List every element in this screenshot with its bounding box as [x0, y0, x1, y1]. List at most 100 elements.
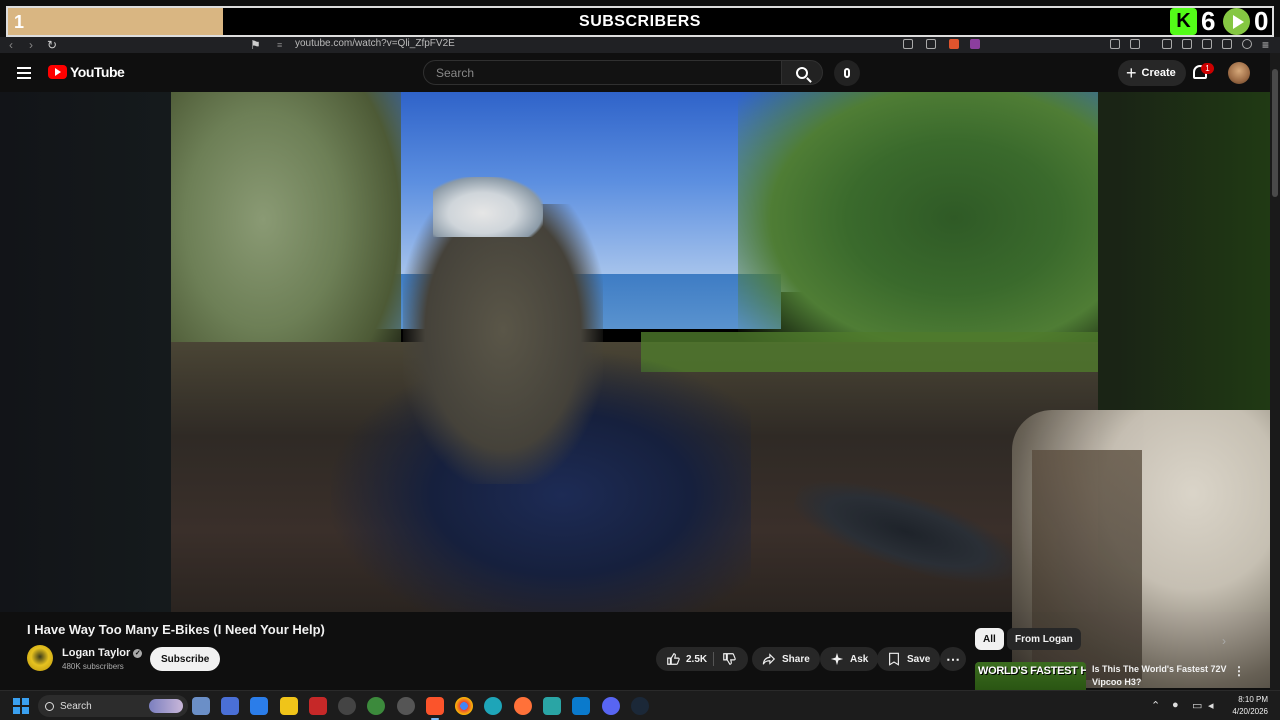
taskbar-search[interactable]: Search — [38, 695, 188, 717]
dislike-button[interactable] — [714, 647, 748, 671]
share-page-icon[interactable] — [926, 39, 936, 49]
like-count: 2.5K — [686, 653, 708, 665]
tray-overflow-icon[interactable]: ⌃ — [1151, 699, 1160, 712]
chevron-right-icon[interactable]: › — [1222, 634, 1226, 648]
more-actions-button[interactable]: ⋯ — [940, 647, 966, 671]
scrollbar-thumb[interactable] — [1272, 69, 1278, 197]
recommendation-menu-icon[interactable]: ⋮ — [1233, 664, 1245, 678]
address-bar[interactable]: youtube.com/watch?v=Qli_ZfpFV2E — [295, 38, 455, 49]
ask-button[interactable]: Ask — [820, 647, 879, 671]
goal-label: SUBSCRIBERS — [579, 13, 701, 30]
brave-browser-icon[interactable] — [426, 697, 444, 720]
extensions-icon[interactable] — [1110, 39, 1120, 49]
site-info-icon[interactable]: ≡ — [277, 37, 282, 53]
sidebar-icon[interactable] — [1182, 39, 1192, 49]
video-title: I Have Way Too Many E-Bikes (I Need Your… — [27, 622, 325, 637]
channel-name-row[interactable]: Logan Taylor ✓ — [62, 647, 143, 659]
media-icon[interactable] — [1162, 39, 1172, 49]
clock-date: 4/20/2026 — [1232, 707, 1268, 716]
channel-name[interactable]: Logan Taylor — [62, 647, 130, 659]
thumbs-down-icon — [723, 653, 736, 665]
share-button[interactable]: Share — [752, 647, 820, 671]
subscriber-count: 480K subscribers — [62, 662, 124, 671]
video-player[interactable] — [171, 92, 1098, 612]
volume-icon[interactable]: ◂ — [1208, 699, 1214, 712]
menu-icon[interactable] — [17, 67, 31, 79]
video-trees-right — [738, 92, 1098, 372]
youtube-play-icon — [48, 65, 67, 79]
create-label: Create — [1141, 67, 1176, 79]
edge-icon[interactable] — [484, 697, 502, 715]
search-input[interactable] — [424, 61, 781, 84]
taskbar-search-label: Search — [60, 700, 92, 712]
share-icon — [762, 653, 776, 665]
obs-app-icon[interactable] — [397, 697, 415, 715]
thumbnail-text: WORLD'S FASTEST H3 — [978, 665, 1086, 677]
thumbs-up-icon — [667, 653, 680, 665]
chip-from-channel[interactable]: From Logan — [1007, 628, 1081, 650]
file-explorer-icon[interactable] — [280, 697, 298, 715]
save-label: Save — [907, 653, 931, 665]
save-button[interactable]: Save — [877, 647, 941, 671]
task-view-icon[interactable] — [192, 697, 210, 715]
sparkle-icon — [830, 652, 844, 666]
video-app-icon[interactable] — [309, 697, 327, 715]
bookmark-save-icon — [889, 652, 899, 666]
discord-icon[interactable] — [602, 697, 620, 715]
firefox-icon[interactable] — [514, 697, 532, 715]
search-button[interactable] — [781, 60, 823, 85]
clock-app-icon[interactable] — [338, 697, 356, 715]
browser-menu-icon[interactable]: ≡ — [1262, 37, 1269, 53]
youtube-header: YouTube + Create 1 — [0, 53, 1270, 92]
ask-label: Ask — [850, 653, 869, 665]
platform-stats: K 6 0 — [1170, 6, 1272, 36]
reload-icon[interactable]: ↻ — [47, 37, 57, 53]
chrome-icon[interactable] — [455, 697, 473, 715]
create-button[interactable]: + Create — [1118, 60, 1186, 86]
windows-start-icon[interactable] — [13, 698, 29, 714]
chip-all[interactable]: All — [975, 628, 1004, 650]
share-label: Share — [782, 653, 810, 665]
voice-search-button[interactable] — [834, 60, 860, 86]
rumble-icon — [1223, 8, 1250, 35]
steam-icon[interactable] — [631, 697, 649, 715]
kick-icon: K — [1170, 8, 1197, 35]
search-box — [423, 60, 782, 85]
brave-rewards-icon[interactable] — [970, 39, 980, 49]
video-helmet — [433, 177, 543, 237]
profile-icon[interactable] — [1242, 39, 1252, 49]
recommendation-title[interactable]: Is This The World's Fastest 72V Vipcoo H… — [1092, 663, 1232, 689]
rufus-app-icon[interactable] — [250, 697, 268, 715]
shield-app-icon[interactable] — [367, 697, 385, 715]
search-icon — [796, 66, 808, 79]
video-rider — [403, 204, 603, 484]
recommendation-thumbnail[interactable]: WORLD'S FASTEST H3 — [975, 662, 1086, 690]
page-scrollbar[interactable] — [1270, 53, 1280, 690]
notification-badge: 1 — [1201, 63, 1214, 74]
network-icon[interactable]: ▭ — [1192, 699, 1202, 712]
verified-check-icon: ✓ — [133, 648, 143, 658]
system-clock[interactable]: 8:10 PM 4/20/2026 — [1228, 694, 1268, 718]
user-avatar[interactable] — [1228, 62, 1250, 84]
youtube-logo[interactable]: YouTube — [48, 64, 125, 80]
forward-icon[interactable]: › — [29, 37, 33, 53]
browser-toolbar: ‹ › ↻ ⚑ ≡ youtube.com/watch?v=Qli_ZfpFV2… — [0, 37, 1280, 53]
camera-icon[interactable] — [1130, 39, 1140, 49]
subscriber-goal-bar: 1 SUBSCRIBERS K 6 0 — [6, 6, 1274, 37]
screenshot-icon[interactable] — [903, 39, 913, 49]
back-icon[interactable]: ‹ — [9, 37, 13, 53]
wallet-icon[interactable] — [1202, 39, 1212, 49]
widget-app-icon[interactable] — [221, 697, 239, 715]
bookmark-icon[interactable]: ⚑ — [250, 37, 261, 53]
brave-shields-icon[interactable] — [949, 39, 959, 49]
vpn-icon[interactable] — [1222, 39, 1232, 49]
arduino-icon[interactable] — [543, 697, 561, 715]
subscribe-button[interactable]: Subscribe — [150, 647, 221, 671]
channel-avatar[interactable] — [27, 645, 53, 671]
microphone-tray-icon[interactable]: ● — [1172, 699, 1179, 711]
rumble-count: 0 — [1254, 6, 1269, 36]
kick-count: 6 — [1201, 6, 1216, 36]
microphone-icon — [844, 68, 850, 78]
windows-taskbar: Search ⌃ ● ▭ ◂ 8:10 PM 4/20/2026 — [0, 690, 1280, 720]
vscode-icon[interactable] — [572, 697, 590, 715]
